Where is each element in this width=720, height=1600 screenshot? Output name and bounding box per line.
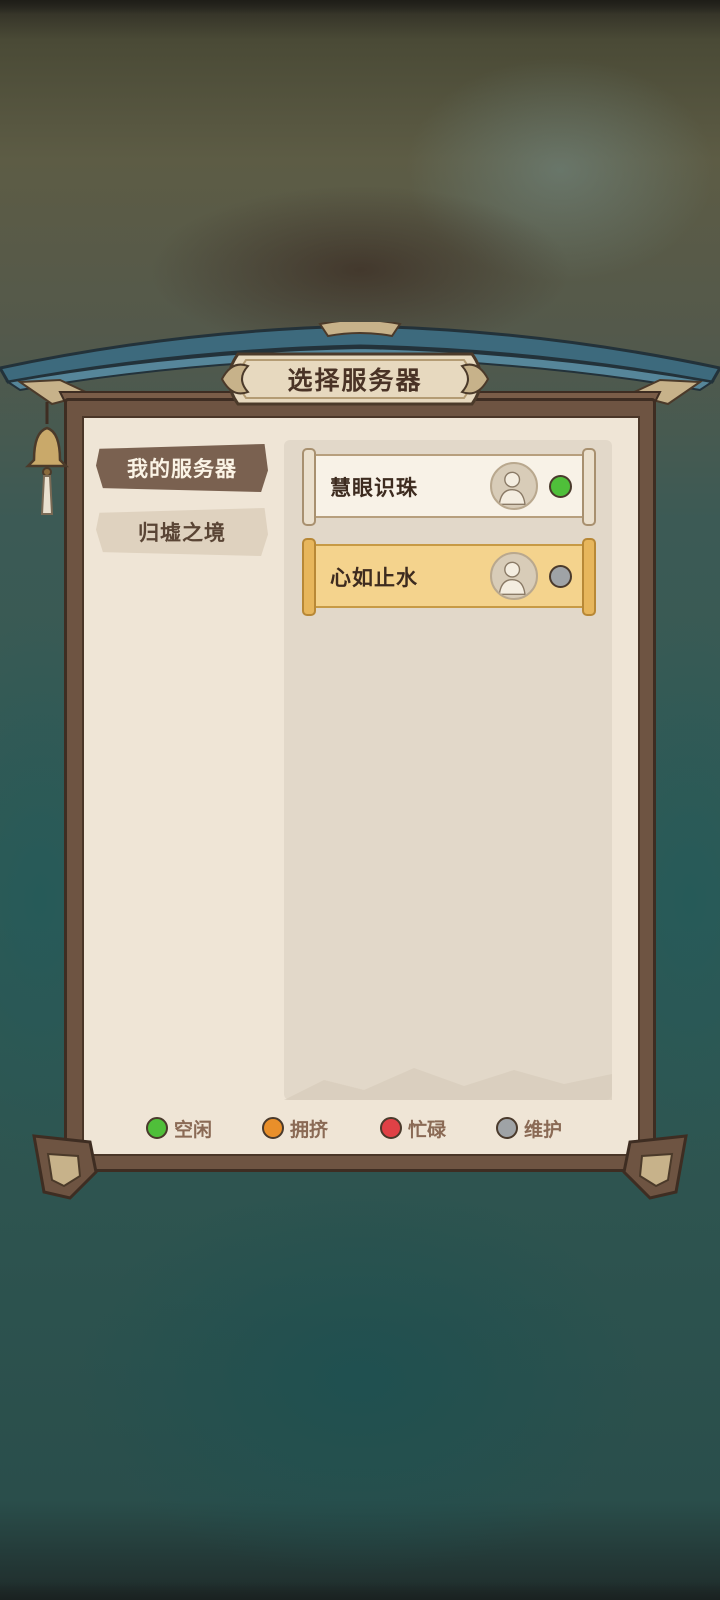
scroll-roller-right: [582, 538, 596, 616]
server-name: 心如止水: [330, 566, 418, 590]
mountain-decoration: [284, 1068, 612, 1100]
status-legend: 空闲 拥挤 忙碌 维护: [140, 1110, 600, 1146]
legend-item-idle: 空闲: [146, 1110, 212, 1146]
legend-dot-orange: [262, 1117, 284, 1139]
legend-dot-red: [380, 1117, 402, 1139]
status-bar-shadow: [0, 0, 720, 14]
server-card-xinruzhishui[interactable]: 心如止水: [300, 538, 598, 616]
frame-foot-right: [622, 1134, 688, 1200]
scroll-roller-left: [302, 538, 316, 616]
legend-item-busy: 忙碌: [380, 1110, 446, 1146]
status-dot-maintenance: [549, 565, 572, 588]
server-card-huiyanshizhu[interactable]: 慧眼识珠: [300, 448, 598, 526]
dialog-title: 选择服务器: [287, 366, 423, 395]
scroll-roller-right: [582, 448, 596, 526]
legend-label: 拥挤: [290, 1118, 329, 1141]
legend-dot-gray: [496, 1117, 518, 1139]
legend-label: 维护: [524, 1118, 563, 1141]
legend-item-crowded: 拥挤: [262, 1110, 328, 1146]
legend-item-maintenance: 维护: [496, 1110, 562, 1146]
scroll-roller-left: [302, 448, 316, 526]
legend-label: 空闲: [174, 1118, 213, 1141]
character-avatar-icon: [490, 552, 538, 600]
frame-foot-left: [32, 1134, 98, 1200]
legend-label: 忙碌: [408, 1118, 447, 1141]
server-name: 慧眼识珠: [330, 476, 418, 500]
status-dot-idle: [549, 475, 572, 498]
tab-guixu-realm[interactable]: 归墟之境: [96, 508, 268, 556]
tab-my-servers[interactable]: 我的服务器: [96, 444, 268, 492]
legend-dot-green: [146, 1117, 168, 1139]
nav-bar-shadow: [0, 1582, 720, 1600]
character-avatar-icon: [490, 462, 538, 510]
bell-icon: [24, 402, 70, 515]
